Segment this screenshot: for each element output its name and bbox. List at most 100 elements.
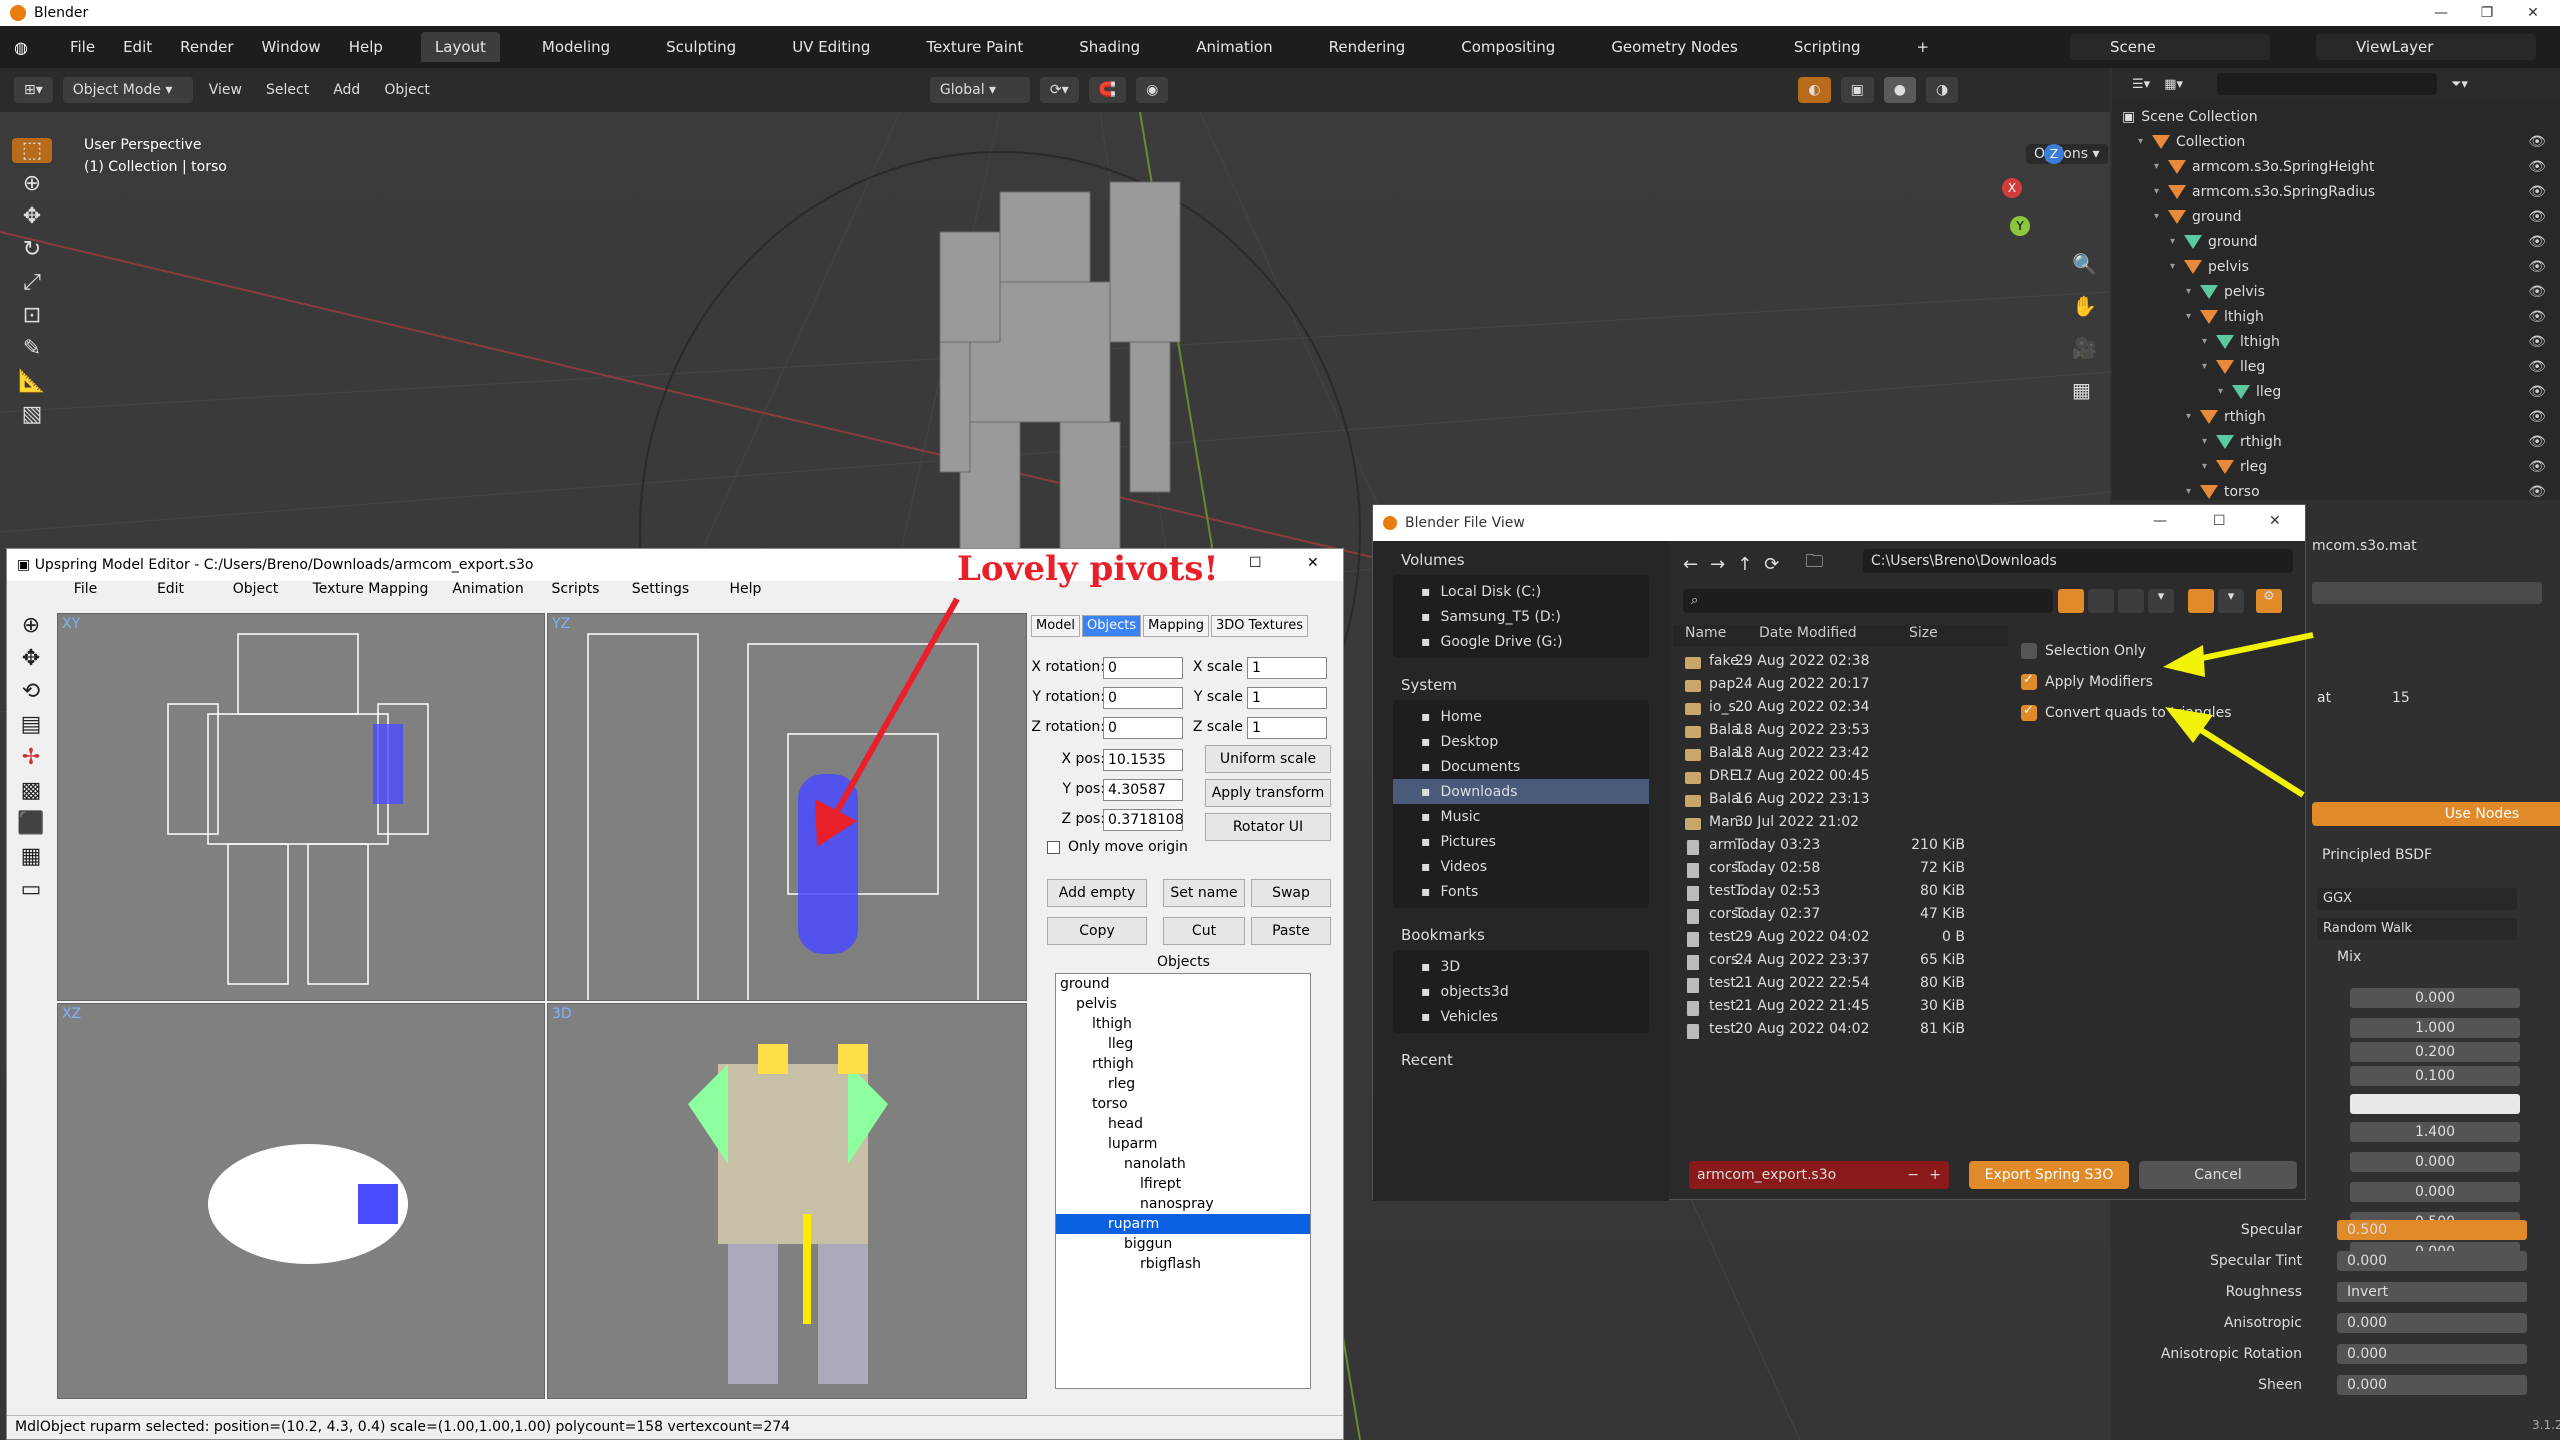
mode-dropdown[interactable]: Object Mode ▾ (62, 77, 193, 103)
header-menu-add[interactable]: Add (333, 82, 360, 98)
object-tree-item[interactable]: ground (1056, 974, 1310, 994)
expand-icon[interactable]: ▾ (2154, 161, 2168, 172)
sidebar-item[interactable]: ▪ Local Disk (C:) (1393, 579, 1649, 604)
visibility-eye-icon[interactable]: 👁 (2528, 334, 2546, 350)
viewport-xy[interactable]: XY (57, 613, 545, 1001)
tab-scripting[interactable]: Scripting (1780, 32, 1875, 62)
property-value-field[interactable] (2350, 1094, 2520, 1114)
sidebar-item[interactable]: ▪ Videos (1393, 854, 1649, 879)
position-input[interactable]: 0.3718108 (1103, 809, 1184, 831)
sidebar-section-header[interactable]: Volumes (1373, 541, 1669, 575)
visibility-eye-icon[interactable]: 👁 (2528, 134, 2546, 150)
property-label-value[interactable]: 0.000 (2337, 1375, 2527, 1395)
xray-icon[interactable]: ▣ (1840, 77, 1874, 103)
visibility-eye-icon[interactable]: 👁 (2528, 359, 2546, 375)
expand-icon[interactable]: ▾ (2202, 461, 2216, 472)
header-menu-view[interactable]: View (209, 82, 242, 98)
filename-input[interactable]: armcom_export.s3o − + (1689, 1161, 1949, 1189)
header-menu-object[interactable]: Object (384, 82, 430, 98)
file-row[interactable]: fake... 29 Aug 2022 02:38 (1673, 649, 2008, 672)
sidebar-item[interactable]: ▪ Google Drive (G:) (1393, 629, 1649, 654)
file-row[interactable]: DRE... 17 Aug 2022 00:45 (1673, 764, 2008, 787)
menu-render[interactable]: Render (180, 38, 233, 56)
cancel-button[interactable]: Cancel (2139, 1161, 2297, 1189)
header-menu-select[interactable]: Select (266, 82, 309, 98)
decrement-icon[interactable]: − (1907, 1161, 1919, 1189)
shading-material-icon[interactable]: ◑ (1926, 77, 1959, 103)
gizmo-x-icon[interactable]: X (2002, 178, 2022, 198)
position-input[interactable]: 10.1535 (1103, 749, 1183, 771)
visibility-eye-icon[interactable]: 👁 (2528, 234, 2546, 250)
visibility-eye-icon[interactable]: 👁 (2528, 459, 2546, 475)
expand-icon[interactable]: ▾ (2218, 386, 2232, 397)
file-row[interactable]: Man... 30 Jul 2022 21:02 (1673, 810, 2008, 833)
visibility-eye-icon[interactable]: 👁 (2528, 209, 2546, 225)
ups-menu-edit[interactable]: Edit (128, 581, 213, 603)
file-row[interactable]: pap... 24 Aug 2022 20:17 (1673, 672, 2008, 695)
visibility-eye-icon[interactable]: 👁 (2528, 284, 2546, 300)
outliner-row[interactable]: ▾ ground 👁 (2122, 204, 2560, 229)
tab-rendering[interactable]: Rendering (1315, 32, 1420, 62)
ups-tab-objects[interactable]: Objects (1082, 615, 1142, 637)
sidebar-item[interactable]: ▪ Downloads (1393, 779, 1649, 804)
navigation-gizmo[interactable]: X Y Z (2000, 142, 2090, 236)
refresh-icon[interactable]: ⟳ (1764, 554, 1779, 575)
surface-shader[interactable]: Principled BSDF (2322, 847, 2432, 863)
expand-icon[interactable]: ▾ (2186, 311, 2200, 322)
visibility-eye-icon[interactable]: 👁 (2528, 184, 2546, 200)
property-label-value[interactable]: 0.000 (2337, 1313, 2527, 1333)
expand-icon[interactable]: ▾ (2138, 136, 2152, 147)
restore-icon[interactable]: ❐ (2464, 0, 2510, 26)
ups-menu-file[interactable]: File (43, 581, 128, 603)
material-slot-bar[interactable] (2312, 582, 2542, 604)
property-value-field[interactable]: 0.200 (2350, 1042, 2520, 1062)
viewport-xz[interactable]: XZ (57, 1003, 545, 1399)
visibility-eye-icon[interactable]: 👁 (2528, 409, 2546, 425)
menu-window[interactable]: Window (262, 38, 321, 56)
object-tree-item[interactable]: biggun (1056, 1234, 1310, 1254)
measure-tool-icon[interactable]: 📐 (18, 369, 45, 394)
ups-menu-object[interactable]: Object (213, 581, 298, 603)
col-name[interactable]: Name (1685, 625, 1759, 647)
outliner-search-input[interactable] (2217, 73, 2437, 95)
ups-menu-settings[interactable]: Settings (618, 581, 703, 603)
ups-move-icon[interactable]: ✥ (22, 646, 40, 671)
file-search-input[interactable]: ⌕ (1683, 589, 2053, 613)
use-nodes-button[interactable]: Use Nodes (2312, 802, 2560, 826)
property-label-value[interactable]: Invert (2337, 1282, 2527, 1302)
blender-menu-icon[interactable]: ◍ (14, 38, 28, 57)
sidebar-item[interactable]: ▪ Vehicles (1393, 1004, 1649, 1029)
ups-tab-mapping[interactable]: Mapping (1143, 615, 1209, 637)
object-tree-item[interactable]: head (1056, 1114, 1310, 1134)
expand-icon[interactable]: ▾ (2186, 411, 2200, 422)
orientation-dropdown[interactable]: Global ▾ (929, 77, 1030, 103)
sidebar-item[interactable]: ▪ Fonts (1393, 879, 1649, 904)
file-row[interactable]: Bala... 18 Aug 2022 23:42 (1673, 741, 2008, 764)
property-value-field[interactable]: 0.000 (2350, 988, 2520, 1008)
file-row[interactable]: cors... Today 02:37 47 KiB (1673, 902, 2008, 925)
add-cube-tool-icon[interactable]: ▧ (22, 402, 43, 427)
camera-icon[interactable]: 🎥 (2072, 336, 2097, 360)
transform-tool-icon[interactable]: ⊡ (23, 303, 41, 328)
file-row[interactable]: cors... 24 Aug 2022 23:37 65 KiB (1673, 948, 2008, 971)
sidebar-section-header[interactable]: Bookmarks (1373, 916, 1669, 950)
tab-geometry-nodes[interactable]: Geometry Nodes (1597, 32, 1752, 62)
outliner-row[interactable]: ▾ pelvis 👁 (2122, 254, 2560, 279)
ups-tab-3do-textures[interactable]: 3DO Textures (1210, 615, 1308, 637)
sidebar-item[interactable]: ▪ Music (1393, 804, 1649, 829)
filter-options-icon[interactable]: ▾ (2218, 589, 2244, 613)
fv-minimize-icon[interactable]: — (2153, 513, 2167, 529)
export-button[interactable]: Export Spring S3O (1969, 1161, 2129, 1189)
property-value-field[interactable]: 0.100 (2350, 1066, 2520, 1086)
property-value-field[interactable]: 1.400 (2350, 1122, 2520, 1142)
sidebar-item[interactable]: ▪ Pictures (1393, 829, 1649, 854)
visibility-eye-icon[interactable]: 👁 (2528, 484, 2546, 500)
set-name-button[interactable]: Set name (1163, 879, 1245, 907)
expand-icon[interactable]: ▾ (2170, 236, 2184, 247)
outliner-row[interactable]: ▾ rleg 👁 (2122, 454, 2560, 479)
zoom-icon[interactable]: 🔍 (2072, 252, 2097, 276)
ups-tab-model[interactable]: Model (1031, 615, 1081, 637)
ups-image-icon[interactable]: ▭ (21, 877, 42, 902)
outliner-row[interactable]: ▾ rthigh 👁 (2122, 429, 2560, 454)
file-row[interactable]: Bala... 18 Aug 2022 23:53 (1673, 718, 2008, 741)
